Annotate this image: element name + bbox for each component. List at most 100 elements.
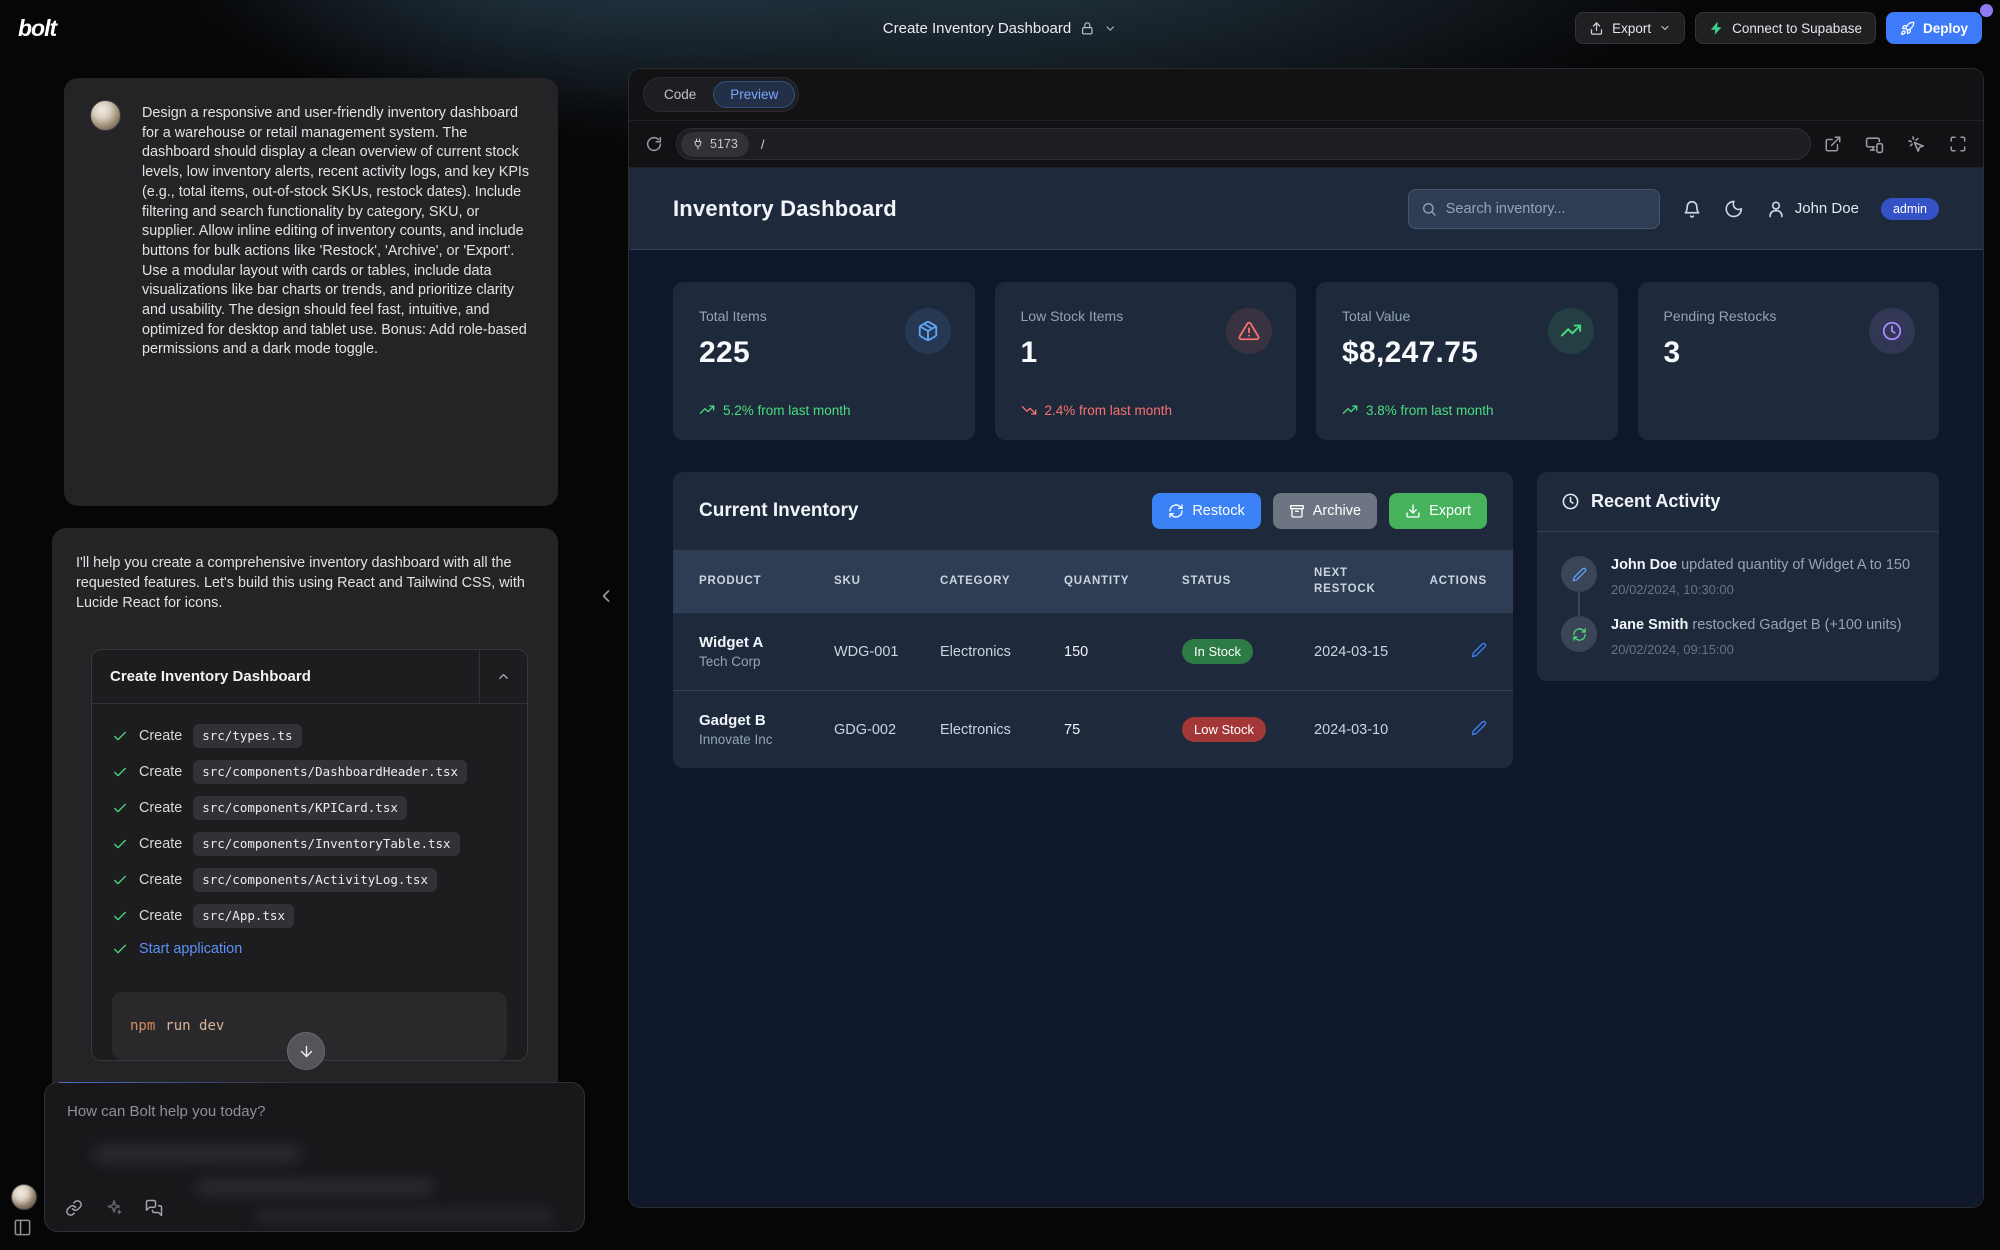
- command-args: run dev: [165, 1018, 224, 1034]
- project-title-menu[interactable]: Create Inventory Dashboard: [883, 0, 1117, 56]
- inventory-title: Current Inventory: [699, 500, 858, 522]
- export-label: Export: [1612, 21, 1651, 36]
- chat-mode-icon[interactable]: [145, 1199, 163, 1217]
- check-icon: [112, 800, 128, 816]
- dashboard-header: Inventory Dashboard John Doe admin: [629, 168, 1983, 250]
- chevron-up-icon: [496, 669, 511, 684]
- open-external-icon[interactable]: [1824, 135, 1842, 153]
- lock-icon: [1080, 21, 1095, 36]
- kpi-low-stock: Low Stock Items 1 2.4% from last month: [995, 282, 1297, 440]
- download-icon: [1405, 503, 1421, 519]
- sidebar-toggle-icon[interactable]: [13, 1218, 32, 1237]
- chat-input[interactable]: [67, 1103, 562, 1137]
- product-category: Electronics: [940, 644, 1064, 660]
- connect-supabase-button[interactable]: Connect to Supabase: [1695, 12, 1876, 44]
- trending-up-icon: [1342, 402, 1358, 418]
- refresh-icon: [1572, 627, 1587, 642]
- collapse-artifact-button[interactable]: [479, 650, 527, 704]
- step-file-chip[interactable]: src/components/KPICard.tsx: [193, 796, 407, 820]
- export-csv-label: Export: [1429, 503, 1471, 519]
- step-action-label: Create: [139, 871, 182, 889]
- check-icon: [112, 908, 128, 924]
- archive-icon: [1289, 503, 1305, 519]
- bell-icon[interactable]: [1682, 199, 1702, 219]
- product-category: Electronics: [940, 722, 1064, 738]
- bolt-logo[interactable]: bolt: [18, 15, 56, 42]
- collapse-chat-button[interactable]: [596, 586, 616, 606]
- supabase-zap-icon: [1709, 21, 1724, 36]
- current-inventory-card: Current Inventory Restock Archive: [673, 472, 1513, 768]
- inventory-table-header: Product SKU Category Quantity Status Nex…: [673, 550, 1513, 612]
- export-csv-button[interactable]: Export: [1389, 493, 1487, 529]
- address-input[interactable]: 5173 /: [676, 128, 1811, 160]
- tab-code[interactable]: Code: [647, 81, 713, 108]
- clock-icon: [1561, 492, 1580, 511]
- dark-mode-moon-icon[interactable]: [1724, 199, 1744, 219]
- chat-composer: [44, 1082, 585, 1232]
- product-name: Widget A: [699, 634, 834, 651]
- chat-panel: Design a responsive and user-friendly in…: [0, 56, 628, 1250]
- artifact-title: Create Inventory Dashboard: [92, 668, 311, 685]
- kpi-total-items: Total Items 225 5.2% from last month: [673, 282, 975, 440]
- product-quantity: 150: [1064, 644, 1182, 660]
- restock-button[interactable]: Restock: [1152, 493, 1260, 529]
- start-application-link[interactable]: Start application: [139, 940, 242, 958]
- user-icon: [1766, 199, 1786, 219]
- step-file-chip[interactable]: src/components/InventoryTable.tsx: [193, 832, 459, 856]
- user-avatar: [90, 100, 121, 131]
- step-file-chip[interactable]: src/components/ActivityLog.tsx: [193, 868, 437, 892]
- artifact-step: Create src/components/KPICard.tsx: [112, 796, 507, 820]
- column-header: Quantity: [1064, 573, 1182, 589]
- product-supplier: Innovate Inc: [699, 732, 834, 747]
- step-action-label: Create: [139, 727, 182, 745]
- scroll-to-bottom-button[interactable]: [287, 1032, 325, 1070]
- activity-action: restocked Gadget B (+100 units): [1692, 617, 1901, 633]
- deploy-button[interactable]: Deploy: [1886, 12, 1982, 44]
- artifact-step: Create src/types.ts: [112, 724, 507, 748]
- fullscreen-icon[interactable]: [1949, 135, 1967, 153]
- edit-pencil-icon[interactable]: [1471, 642, 1487, 658]
- export-button[interactable]: Export: [1575, 12, 1685, 44]
- step-action-label: Create: [139, 799, 182, 817]
- column-header: SKU: [834, 573, 940, 589]
- attach-link-icon[interactable]: [65, 1199, 83, 1217]
- step-file-chip[interactable]: src/types.ts: [193, 724, 301, 748]
- status-badge: In Stock: [1182, 639, 1253, 664]
- check-icon: [112, 764, 128, 780]
- dashboard-title: Inventory Dashboard: [673, 196, 897, 222]
- kpi-total-value: Total Value $8,247.75 3.8% from last mon…: [1316, 282, 1618, 440]
- edit-pencil-icon[interactable]: [1471, 720, 1487, 736]
- assistant-intro-text: I'll help you create a comprehensive inv…: [76, 554, 534, 613]
- recent-activity-card: Recent Activity John Doe updated quantit…: [1537, 472, 1939, 681]
- archive-button[interactable]: Archive: [1273, 493, 1377, 529]
- port-pill[interactable]: 5173: [681, 132, 749, 157]
- kpi-pending-restocks: Pending Restocks 3: [1638, 282, 1940, 440]
- account-avatar[interactable]: [11, 1184, 37, 1210]
- edit-pencil-icon: [1572, 567, 1587, 582]
- artifact-header[interactable]: Create Inventory Dashboard: [92, 650, 527, 704]
- upload-icon: [1589, 21, 1604, 36]
- check-icon: [112, 728, 128, 744]
- trending-down-icon: [1021, 402, 1037, 418]
- url-path: /: [761, 137, 765, 152]
- rocket-icon: [1900, 21, 1915, 36]
- inventory-search[interactable]: [1408, 189, 1660, 229]
- user-menu[interactable]: John Doe: [1766, 199, 1859, 219]
- step-action-label: Create: [139, 835, 182, 853]
- arrow-down-icon: [298, 1043, 315, 1060]
- inspect-pointer-icon[interactable]: [1907, 135, 1926, 154]
- timeline-connector: [1578, 592, 1580, 616]
- search-input[interactable]: [1446, 201, 1647, 217]
- activity-time: 20/02/2024, 09:15:00: [1611, 642, 1902, 657]
- redacted-blur: [93, 1145, 301, 1163]
- tab-preview[interactable]: Preview: [713, 81, 795, 108]
- step-file-chip[interactable]: src/components/DashboardHeader.tsx: [193, 760, 467, 784]
- check-icon: [112, 836, 128, 852]
- plug-icon: [692, 138, 704, 150]
- step-file-chip[interactable]: src/App.tsx: [193, 904, 294, 928]
- enhance-prompt-sparkles-icon[interactable]: [105, 1199, 123, 1217]
- responsive-devices-icon[interactable]: [1865, 135, 1884, 154]
- reload-icon[interactable]: [645, 135, 663, 153]
- activity-item: John Doe updated quantity of Widget A to…: [1561, 556, 1915, 616]
- user-prompt-text: Design a responsive and user-friendly in…: [142, 104, 532, 360]
